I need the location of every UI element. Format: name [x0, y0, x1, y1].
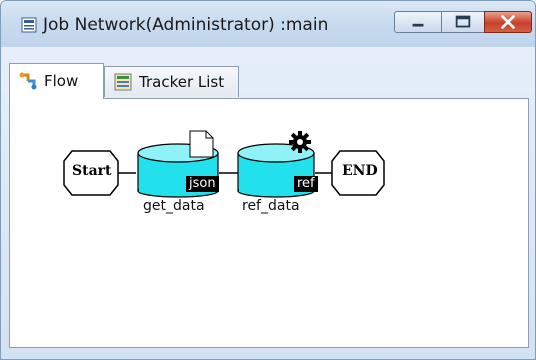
job-ref-data-badge: ref [294, 176, 318, 192]
tracker-list-icon [114, 73, 132, 91]
tab-tracker-list[interactable]: Tracker List [104, 66, 239, 97]
window-icon [21, 17, 37, 33]
maximize-button[interactable] [441, 11, 485, 33]
job-ref-data-label: ref_data [242, 198, 300, 214]
tab-flow[interactable]: Flow [9, 63, 104, 99]
flow-diagram [63, 130, 385, 198]
minimize-button[interactable] [394, 11, 442, 33]
job-get-data-badge: json [186, 176, 219, 192]
end-node-label: END [342, 163, 378, 179]
minimize-icon [412, 23, 424, 27]
flow-icon [19, 72, 37, 90]
close-button[interactable] [484, 11, 532, 33]
job-get-data-label: get_data [143, 198, 205, 214]
window-title: Job Network(Administrator) :main [43, 15, 329, 35]
gear-icon [289, 131, 311, 153]
title-bar[interactable]: Job Network(Administrator) :main [1, 1, 535, 47]
tab-tracker-list-label: Tracker List [139, 73, 225, 91]
close-icon [501, 15, 515, 29]
job-network-window: Job Network(Administrator) :main Flow Tr… [0, 0, 536, 360]
flow-canvas[interactable]: Start END json ref get_data ref_data [9, 98, 529, 348]
document-icon [189, 130, 214, 158]
tab-strip: Flow Tracker List [9, 63, 529, 99]
maximize-icon [455, 15, 471, 28]
start-node-label: Start [72, 163, 112, 179]
tab-flow-label: Flow [44, 72, 79, 90]
